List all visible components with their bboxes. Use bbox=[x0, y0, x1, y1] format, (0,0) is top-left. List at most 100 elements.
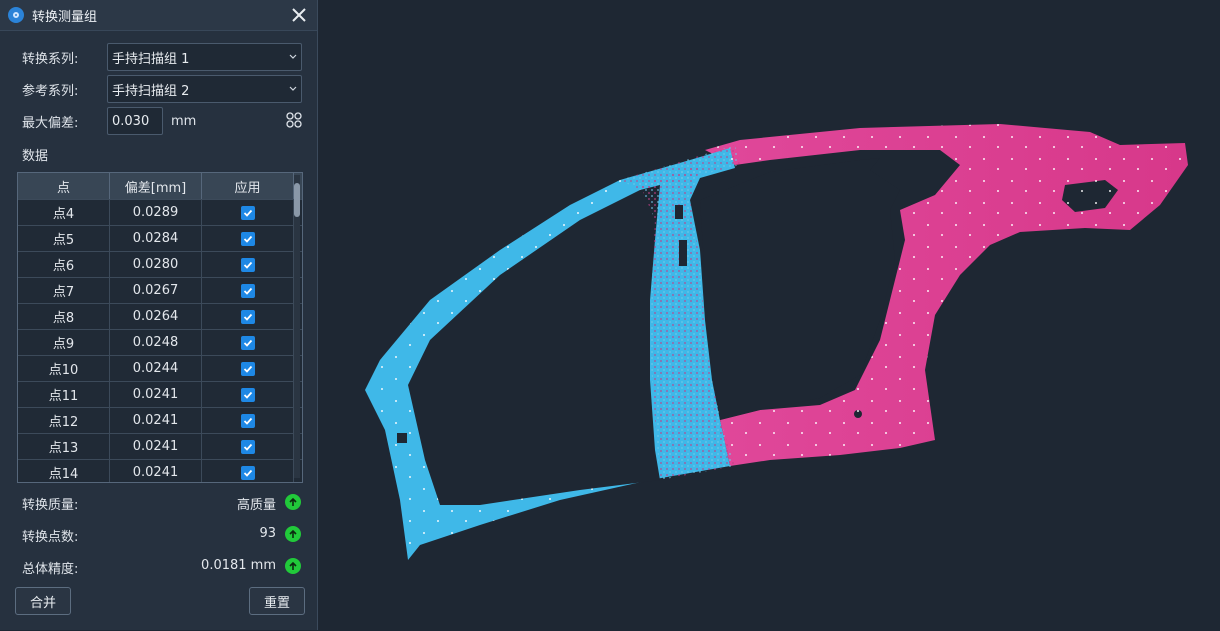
reset-button[interactable]: 重置 bbox=[249, 587, 305, 615]
transform-points-value: 93 bbox=[259, 526, 276, 541]
data-section: 数据 bbox=[0, 139, 318, 169]
table-row[interactable]: 点12 0.0241 bbox=[18, 407, 302, 433]
deviation-cell: 0.0244 bbox=[110, 356, 202, 381]
transform-quality-value: 高质量 bbox=[236, 498, 276, 513]
reference-series-label: 参考系列: bbox=[22, 83, 79, 99]
apply-cell bbox=[202, 226, 294, 251]
chevron-down-icon bbox=[289, 54, 297, 59]
table-row[interactable]: 点4 0.0289 bbox=[18, 199, 302, 225]
deviation-cell: 0.0264 bbox=[110, 304, 202, 329]
reference-series-row: 参考系列: 手持扫描组 2 bbox=[0, 74, 318, 104]
deviation-cell: 0.0284 bbox=[110, 226, 202, 251]
apply-checkbox[interactable] bbox=[240, 283, 255, 298]
merge-button[interactable]: 合并 bbox=[15, 587, 71, 615]
apply-checkbox[interactable] bbox=[240, 309, 255, 324]
deviation-cell: 0.0241 bbox=[110, 382, 202, 407]
point-cell: 点8 bbox=[18, 304, 110, 329]
apply-checkbox[interactable] bbox=[240, 387, 255, 402]
chevron-down-icon bbox=[289, 86, 297, 91]
max-deviation-row: 最大偏差: 0.030 mm bbox=[0, 106, 318, 136]
apply-checkbox[interactable] bbox=[240, 439, 255, 454]
transform-points-label: 转换点数: bbox=[22, 530, 79, 545]
table-row[interactable]: 点5 0.0284 bbox=[18, 225, 302, 251]
deviation-cell: 0.0280 bbox=[110, 252, 202, 277]
check-icon bbox=[243, 365, 252, 373]
overall-accuracy-row: 总体精度: 0.0181 mm bbox=[0, 552, 318, 580]
check-icon bbox=[243, 443, 252, 451]
dialog-titlebar: 转换测量组 bbox=[0, 0, 317, 31]
table-row[interactable]: 点7 0.0267 bbox=[18, 277, 302, 303]
table-row[interactable]: 点8 0.0264 bbox=[18, 303, 302, 329]
transform-measurement-group-dialog: 转换测量组 转换系列: 手持扫描组 1 参考系列: 手持扫描组 2 最大偏差: … bbox=[0, 0, 318, 630]
table-row[interactable]: 点10 0.0244 bbox=[18, 355, 302, 381]
transform-series-value: 手持扫描组 1 bbox=[112, 51, 190, 67]
point-cell: 点12 bbox=[18, 408, 110, 433]
table-row[interactable]: 点9 0.0248 bbox=[18, 329, 302, 355]
header-apply[interactable]: 应用 bbox=[202, 173, 294, 199]
point-cell: 点7 bbox=[18, 278, 110, 303]
dialog-title: 转换测量组 bbox=[32, 9, 98, 25]
check-icon bbox=[243, 313, 252, 321]
deviation-cell: 0.0241 bbox=[110, 408, 202, 433]
table-scrollbar-thumb[interactable] bbox=[294, 183, 300, 217]
header-point[interactable]: 点 bbox=[18, 173, 110, 199]
apply-cell bbox=[202, 304, 294, 329]
transform-series-row: 转换系列: 手持扫描组 1 bbox=[0, 42, 318, 72]
apply-checkbox[interactable] bbox=[240, 231, 255, 246]
point-cell: 点4 bbox=[18, 200, 110, 225]
max-deviation-input[interactable]: 0.030 bbox=[107, 107, 163, 135]
point-cell: 点9 bbox=[18, 330, 110, 355]
apply-checkbox[interactable] bbox=[240, 257, 255, 272]
table-row[interactable]: 点11 0.0241 bbox=[18, 381, 302, 407]
transform-series-select[interactable]: 手持扫描组 1 bbox=[107, 43, 302, 71]
check-icon bbox=[243, 339, 252, 347]
ok-arrow-icon bbox=[285, 526, 301, 542]
apply-cell bbox=[202, 252, 294, 277]
deviation-table: 点 偏差[mm] 应用 点4 0.0289 点5 0.0284 点6 0.0280 点7 0.… bbox=[17, 172, 303, 483]
deviation-cell: 0.0248 bbox=[110, 330, 202, 355]
deviation-cell: 0.0289 bbox=[110, 200, 202, 225]
apply-cell bbox=[202, 382, 294, 407]
table-row[interactable]: 点14 0.0241 bbox=[18, 459, 302, 482]
apply-checkbox[interactable] bbox=[240, 335, 255, 350]
apply-checkbox[interactable] bbox=[240, 413, 255, 428]
point-cell: 点14 bbox=[18, 460, 110, 482]
apply-checkbox[interactable] bbox=[240, 205, 255, 220]
max-deviation-value: 0.030 bbox=[112, 113, 150, 129]
header-deviation[interactable]: 偏差[mm] bbox=[110, 173, 202, 199]
point-cell: 点11 bbox=[18, 382, 110, 407]
grid-icon[interactable] bbox=[286, 112, 302, 128]
data-section-label: 数据 bbox=[22, 148, 49, 164]
table-row[interactable]: 点6 0.0280 bbox=[18, 251, 302, 277]
ok-arrow-icon bbox=[285, 494, 301, 510]
table-scrollbar[interactable] bbox=[294, 175, 300, 478]
apply-cell bbox=[202, 330, 294, 355]
overall-accuracy-label: 总体精度: bbox=[22, 562, 79, 577]
max-deviation-unit: mm bbox=[171, 113, 197, 129]
reference-series-select[interactable]: 手持扫描组 2 bbox=[107, 75, 302, 103]
check-icon bbox=[243, 287, 252, 295]
apply-checkbox[interactable] bbox=[240, 361, 255, 376]
transform-quality-row: 转换质量: 高质量 bbox=[0, 488, 318, 516]
apply-cell bbox=[202, 200, 294, 225]
ok-arrow-icon bbox=[285, 558, 301, 574]
apply-cell bbox=[202, 408, 294, 433]
deviation-cell: 0.0267 bbox=[110, 278, 202, 303]
check-icon bbox=[243, 417, 252, 425]
max-deviation-label: 最大偏差: bbox=[22, 115, 79, 131]
apply-cell bbox=[202, 460, 294, 482]
apply-checkbox[interactable] bbox=[240, 465, 255, 480]
apply-cell bbox=[202, 434, 294, 459]
check-icon bbox=[243, 469, 252, 477]
deviation-cell: 0.0241 bbox=[110, 460, 202, 482]
transform-points-row: 转换点数: 93 bbox=[0, 520, 318, 548]
transform-quality-label: 转换质量: bbox=[22, 498, 79, 513]
close-icon[interactable] bbox=[287, 3, 311, 27]
point-cell: 点10 bbox=[18, 356, 110, 381]
point-cell: 点5 bbox=[18, 226, 110, 251]
check-icon bbox=[243, 391, 252, 399]
table-body: 点4 0.0289 点5 0.0284 点6 0.0280 点7 0.0267 点8 0.0264… bbox=[18, 199, 302, 482]
point-cell: 点13 bbox=[18, 434, 110, 459]
transform-series-label: 转换系列: bbox=[22, 51, 79, 67]
table-row[interactable]: 点13 0.0241 bbox=[18, 433, 302, 459]
